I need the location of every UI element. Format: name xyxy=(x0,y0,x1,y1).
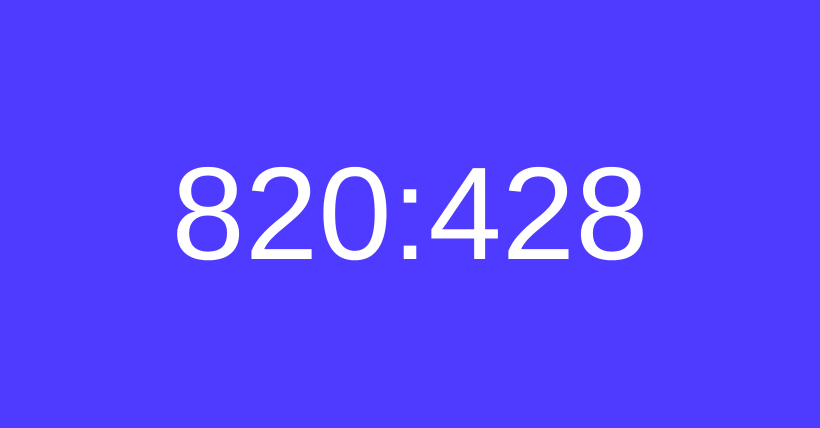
dimensions-label: 820:428 xyxy=(171,140,649,287)
placeholder-canvas: 820:428 xyxy=(0,0,820,428)
